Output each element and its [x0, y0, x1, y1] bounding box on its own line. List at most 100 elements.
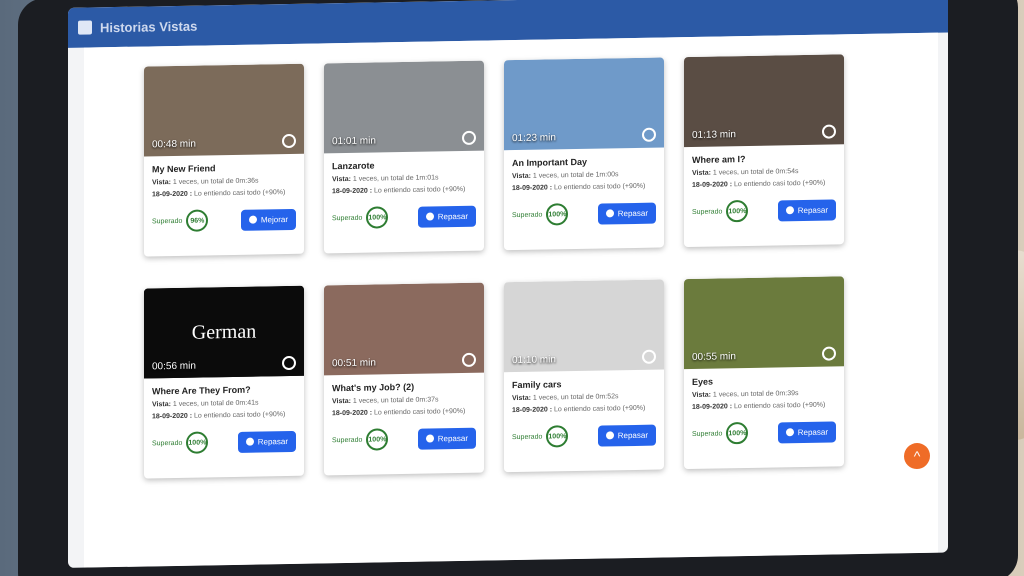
- superado-label: Superado: [152, 439, 183, 447]
- heart-icon[interactable]: [822, 346, 836, 361]
- story-title: Eyes: [692, 376, 714, 387]
- card-body: Eyes Vista: 1 veces, un total de 0m:39s 18…: [684, 366, 844, 451]
- story-card[interactable]: 00:48 min My New Friend Vista: 1 veces, un…: [144, 63, 304, 257]
- play-icon: [605, 431, 614, 440]
- story-thumbnail[interactable]: 01:23 min: [504, 57, 664, 151]
- play-icon: [605, 209, 614, 218]
- score-ring: 100%: [726, 421, 749, 445]
- card-footer: Superado 100% Repasar: [512, 202, 656, 227]
- action-button[interactable]: Repasar: [417, 205, 476, 228]
- superado-status: Superado 100%: [332, 428, 389, 451]
- story-card[interactable]: 00:51 min What's my Job? (2) Vista: 1 vece…: [324, 282, 484, 476]
- vista-info: Vista: 1 veces, un total de 0m:37s: [332, 396, 439, 406]
- card-footer: Superado 100% Repasar: [512, 424, 656, 449]
- play-icon: [785, 428, 794, 437]
- date-info: 18-09-2020 : Lo entiendo casi todo (+90%…: [332, 407, 466, 418]
- vista-label: Vista:: [152, 401, 171, 409]
- action-button[interactable]: Repasar: [417, 427, 476, 450]
- action-button[interactable]: Repasar: [597, 202, 656, 225]
- story-thumbnail[interactable]: 00:48 min: [144, 63, 304, 157]
- story-card[interactable]: 00:55 min Eyes Vista: 1 veces, un total de…: [684, 276, 844, 470]
- duration-label: 01:01 min: [332, 135, 376, 148]
- story-thumbnail[interactable]: 01:01 min: [324, 60, 484, 154]
- score-ring: 96%: [186, 209, 209, 232]
- play-icon: [785, 206, 794, 215]
- superado-status: Superado 100%: [332, 206, 389, 229]
- heart-icon[interactable]: [642, 127, 656, 142]
- action-button-label: Repasar: [797, 427, 828, 437]
- superado-label: Superado: [512, 433, 543, 441]
- date-label: 18-09-2020 :: [692, 403, 733, 411]
- superado-status: Superado 100%: [512, 425, 569, 448]
- heart-icon[interactable]: [462, 352, 476, 367]
- vista-info: Vista: 1 veces, un total de 0m:36s: [152, 177, 259, 187]
- date-info: 18-09-2020 : Lo entiendo casi todo (+90%…: [332, 185, 466, 196]
- screen: Historias Vistas 00:48 min My New Friend V…: [68, 0, 948, 568]
- story-card[interactable]: 01:10 min Family cars Vista: 1 veces, un t…: [504, 279, 664, 473]
- action-button-label: Mejorar: [260, 214, 288, 224]
- date-label: 18-09-2020 :: [152, 190, 193, 199]
- vista-info: Vista: 1 veces, un total de 0m:41s: [152, 399, 259, 409]
- vista-label: Vista:: [332, 175, 351, 184]
- content-area: 00:48 min My New Friend Vista: 1 veces, un…: [84, 32, 938, 568]
- vista-info: Vista: 1 veces, un total de 1m:01s: [332, 174, 439, 184]
- duration-label: 01:13 min: [692, 129, 736, 141]
- action-button-label: Repasar: [257, 436, 288, 447]
- score-ring: 100%: [546, 425, 569, 448]
- vista-info: Vista: 1 veces, un total de 0m:39s: [692, 390, 799, 399]
- superado-label: Superado: [692, 207, 723, 216]
- story-card[interactable]: 01:23 min An Important Day Vista: 1 veces,…: [504, 57, 664, 251]
- superado-label: Superado: [512, 211, 543, 219]
- vista-label: Vista:: [332, 397, 351, 406]
- score-ring: 100%: [366, 206, 389, 229]
- superado-status: Superado 96%: [152, 209, 209, 232]
- date-label: 18-09-2020 :: [332, 187, 373, 196]
- story-title: Family cars: [512, 379, 562, 391]
- story-title: What's my Job? (2): [332, 381, 415, 394]
- story-title: An Important Day: [512, 156, 588, 169]
- story-thumbnail[interactable]: 01:10 min: [504, 279, 664, 373]
- heart-icon[interactable]: [822, 124, 836, 139]
- story-title: Where am I?: [692, 154, 746, 165]
- action-button[interactable]: Repasar: [237, 430, 296, 453]
- date-label: 18-09-2020 :: [512, 406, 553, 415]
- action-button-label: Repasar: [617, 208, 648, 218]
- score-ring: 100%: [186, 431, 209, 454]
- story-thumbnail[interactable]: 01:13 min: [684, 54, 844, 148]
- vista-label: Vista:: [512, 394, 531, 403]
- play-icon: [245, 437, 254, 446]
- action-button[interactable]: Repasar: [777, 198, 836, 221]
- action-button[interactable]: Repasar: [597, 424, 656, 447]
- story-thumbnail[interactable]: 00:55 min: [684, 276, 844, 370]
- action-button[interactable]: Mejorar: [240, 208, 296, 231]
- duration-label: 00:55 min: [692, 351, 736, 363]
- laptop: Historias Vistas 00:48 min My New Friend V…: [18, 0, 1018, 576]
- action-button-label: Repasar: [617, 430, 648, 440]
- heart-icon[interactable]: [462, 130, 476, 145]
- date-label: 18-09-2020 :: [152, 412, 193, 421]
- story-thumbnail[interactable]: 00:51 min: [324, 282, 484, 376]
- card-footer: Superado 100% Repasar: [692, 420, 836, 445]
- action-button-label: Repasar: [437, 433, 468, 443]
- card-footer: Superado 96% Mejorar: [152, 208, 296, 233]
- heart-icon[interactable]: [642, 349, 656, 364]
- play-icon: [248, 215, 257, 224]
- vista-label: Vista:: [152, 179, 171, 187]
- story-title: Lanzarote: [332, 160, 375, 172]
- action-button[interactable]: Repasar: [777, 420, 836, 443]
- story-card[interactable]: 01:01 min Lanzarote Vista: 1 veces, un tot…: [324, 60, 484, 254]
- heart-icon[interactable]: [282, 133, 296, 149]
- superado-label: Superado: [332, 436, 363, 444]
- story-thumbnail[interactable]: German 00:56 min: [144, 285, 304, 379]
- card-body: Lanzarote Vista: 1 veces, un total de 1m:…: [324, 151, 484, 236]
- story-card[interactable]: German 00:56 min Where Are They From? Vista…: [144, 285, 304, 479]
- vista-label: Vista:: [692, 391, 711, 399]
- action-button-label: Repasar: [437, 211, 468, 221]
- action-button-label: Repasar: [797, 205, 828, 215]
- vista-info: Vista: 1 veces, un total de 1m:00s: [512, 171, 619, 181]
- card-body: Family cars Vista: 1 veces, un total de 0…: [504, 369, 664, 454]
- story-title: Where Are They From?: [152, 384, 251, 397]
- card-footer: Superado 100% Repasar: [152, 430, 296, 455]
- story-card[interactable]: 01:13 min Where am I? Vista: 1 veces, un t…: [684, 54, 844, 248]
- superado-status: Superado 100%: [512, 203, 569, 226]
